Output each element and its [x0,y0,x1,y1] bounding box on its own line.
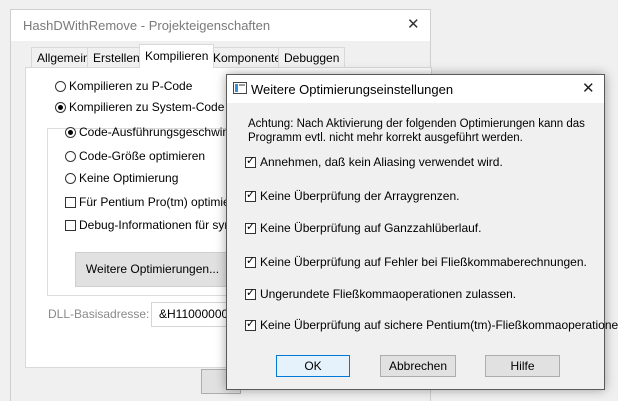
radio-speed[interactable] [65,127,76,138]
option-label: Keine Überprüfung auf sichere Pentium(tm… [260,318,618,332]
checkbox[interactable] [245,317,256,331]
check-debug-label: Debug-Informationen für symbo [79,218,248,232]
option-label: Ungerundete Fließkommaoperationen zulass… [260,287,517,301]
check-pentium-label: Für Pentium Pro(tm) optimieren [79,195,248,209]
tab-debuggen[interactable]: Debuggen [278,47,346,67]
fg-dialog-title: Weitere Optimierungseinstellungen [251,82,454,97]
more-optimizations-button[interactable]: Weitere Optimierungen... [75,252,230,287]
check-pentium[interactable] [65,197,76,208]
help-button[interactable]: Hilfe [485,355,560,377]
dll-base-address-label: DLL-Basisadresse: [48,307,150,321]
option-label: Annehmen, daß kein Aliasing verwendet wi… [260,155,503,169]
radio-native[interactable] [55,102,66,113]
tab-komponente[interactable]: Komponente [207,47,288,67]
radio-none-label: Keine Optimierung [79,171,179,185]
radio-size-label: Code-Größe optimieren [79,149,206,163]
tab-erstellen[interactable]: Erstellen [87,47,146,67]
option-label: Keine Überprüfung der Arraygrenzen. [260,189,460,203]
fg-title-bar[interactable]: Weitere Optimierungseinstellungen ✕ [227,75,604,103]
ok-button[interactable]: OK [276,355,350,377]
tab-allgemein[interactable]: Allgemein [31,47,96,67]
checkbox[interactable] [245,220,256,234]
warning-text: Achtung: Nach Aktivierung der folgenden … [248,118,585,144]
radio-size[interactable] [65,151,76,162]
option-label: Keine Überprüfung auf Fehler bei Fließko… [260,255,587,269]
bg-title-bar[interactable]: HashDWithRemove - Projekteigenschaften ✕ [11,10,430,41]
app-window-icon [233,82,247,94]
radio-pcode-label: Kompilieren zu P-Code [69,79,193,93]
checkbox[interactable] [245,286,256,300]
option-label: Keine Überprüfung auf Ganzzahlüberlauf. [260,221,482,235]
check-debug[interactable] [65,220,76,231]
fg-close-icon[interactable]: ✕ [582,79,595,97]
checkbox[interactable] [245,188,256,202]
bg-close-icon[interactable]: ✕ [407,15,420,33]
radio-pcode[interactable] [55,81,66,92]
tab-kompilieren[interactable]: Kompilieren [139,44,215,68]
cancel-button[interactable]: Abbrechen [380,355,456,377]
checkbox[interactable] [245,254,256,268]
checkbox[interactable] [245,154,256,168]
bg-dialog-title: HashDWithRemove - Projekteigenschaften [23,18,271,33]
optimization-settings-dialog: Weitere Optimierungseinstellungen ✕ Acht… [226,74,618,390]
radio-none[interactable] [65,173,76,184]
